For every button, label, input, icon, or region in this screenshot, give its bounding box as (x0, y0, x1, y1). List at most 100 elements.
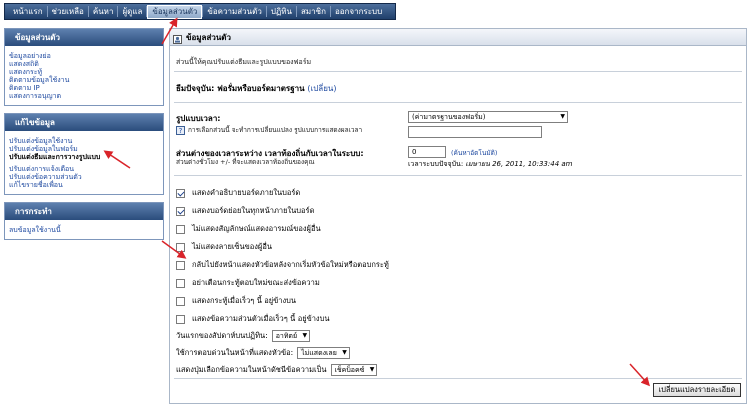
quick-mod-row: แสดงปุ่มเลือกข้อความในหน้าดัชนีข้อความเป… (176, 364, 378, 376)
sidebar-link-list: ข้อมูลอย่างย่อ แสดงสถิติ แสดงกระทู้ ติดต… (5, 46, 163, 105)
checkbox[interactable] (176, 260, 185, 270)
sidebar-link-forum-profile[interactable]: ปรับแต่งข้อมูลในฟอร์ม (9, 145, 159, 153)
nav-home[interactable]: หน้าแรก (9, 4, 47, 19)
sidebar-box-title: การกระทำ (5, 203, 163, 220)
time-format-note-row: ? การเลือกส่วนนี้ จะทำการเปลี่ยนแปลง รูป… (176, 125, 362, 135)
sidebar-link-theme[interactable]: ปรับแต่งธีมและการวางรูปแบบ (9, 153, 159, 161)
panel-title: ข้อมูลส่วนตัว (186, 32, 231, 42)
option-label: แสดงบอร์ดย่อยในทุกหน้าภายในบอร์ด (192, 206, 315, 215)
server-time-value: เมษายน 26, 2011, 10:33:44 am (465, 160, 573, 168)
checkbox[interactable] (176, 278, 185, 288)
sidebar-link-stats[interactable]: แสดงสถิติ (9, 60, 159, 68)
checkbox[interactable] (176, 188, 185, 198)
nav-logout[interactable]: ออกจากระบบ (331, 4, 386, 19)
nav-members[interactable]: สมาชิก (297, 4, 330, 19)
sidebar-box-actions: การกระทำ ลบข้อมูลใช้งานนี้ (4, 202, 164, 240)
time-format-input[interactable] (408, 126, 542, 138)
time-offset-input[interactable]: 0 (408, 146, 446, 158)
divider (174, 71, 742, 72)
help-icon[interactable]: ? (176, 125, 185, 135)
quick-reply-row: ใช้การตอบด่วนในหน้าที่แสดงหัวข้อ: ไม่แสด… (176, 347, 350, 359)
first-day-row: วันแรกของสัปดาห์บนปฏิทิน: อาทิตย์ ▼ (176, 330, 311, 342)
sidebar-link-track-ip[interactable]: ติดตาม IP (9, 84, 159, 92)
nav-messages[interactable]: ข้อความส่วนตัว (203, 4, 265, 19)
time-offset-note: ส่วนต่างชั่วโมง +/- ที่จะแสดงเวลาท้องถิ่… (176, 158, 315, 166)
divider (174, 175, 742, 176)
time-format-select[interactable]: (ค่ามาตรฐานของฟอรั่ม) ▼ (408, 111, 568, 123)
sidebar-link-permissions[interactable]: แสดงการอนุญาต (9, 92, 159, 100)
sidebar-link-track-user[interactable]: ติดตามข้อมูลใช้งาน (9, 76, 159, 84)
sidebar-link-posts[interactable]: แสดงกระทู้ (9, 68, 159, 76)
option-label: ไม่แสดงลายเซ็นของผู้อื่น (192, 242, 272, 251)
first-day-value: อาทิตย์ (275, 332, 298, 340)
autodetect-link[interactable]: (ค้นหาอัตโนมัติ) (451, 148, 497, 158)
first-day-select[interactable]: อาทิตย์ ▼ (271, 330, 311, 342)
server-time-label: เวลาระบบปัจจุบัน: (408, 160, 464, 168)
sidebar-link-delete-account[interactable]: ลบข้อมูลใช้งานนี้ (9, 226, 159, 234)
nav-search[interactable]: ค้นหา (89, 4, 118, 19)
save-changes-button[interactable]: เปลี่ยนแปลงรายละเอียด (653, 383, 741, 397)
profile-main-panel: ข้อมูลส่วนตัว ส่วนนี้ให้คุณปรับแต่งธีมแล… (169, 28, 747, 404)
time-format-note: การเลือกส่วนนี้ จะทำการเปลี่ยนแปลง รูปแบ… (188, 126, 363, 134)
divider (174, 102, 742, 103)
quick-reply-label: ใช้การตอบด่วนในหน้าที่แสดงหัวข้อ: (176, 348, 294, 357)
checkbox[interactable] (176, 206, 185, 216)
nav-calendar[interactable]: ปฏิทิน (267, 4, 296, 19)
time-format-title: รูปแบบเวลา: (176, 114, 221, 123)
sidebar-link-list: ปรับแต่งข้อมูลใช้งาน ปรับแต่งข้อมูลในฟอร… (5, 131, 163, 194)
change-theme-link[interactable]: (เปลี่ยน) (307, 84, 336, 93)
option-label: กลับไปยังหน้าแสดงหัวข้อหลังจากเริ่มหัวข้… (192, 260, 389, 269)
sidebar-box-modify-profile: แก้ไขข้อมูล ปรับแต่งข้อมูลใช้งาน ปรับแต่… (4, 113, 164, 195)
checkbox[interactable] (176, 296, 185, 306)
main-menu-bar: หน้าแรก ช่วยเหลือ ค้นหา ผู้ดูแล ข้อมูลส่… (4, 3, 396, 20)
option-row: แสดงบอร์ดย่อยในทุกหน้าภายในบอร์ด (176, 205, 314, 217)
profile-sidebar: ข้อมูลส่วนตัว ข้อมูลอย่างย่อ แสดงสถิติ แ… (4, 28, 164, 247)
option-label: แสดงข้อความส่วนตัวเมื่อเร็วๆ นี้ อยู่ข้า… (192, 314, 330, 323)
option-row: อย่าเตือนกระทู้ตอบใหม่ขณะส่งข้อความ (176, 277, 320, 289)
quick-reply-select[interactable]: ไม่แสดงเลย ▼ (297, 347, 350, 359)
sidebar-link-pm-settings[interactable]: ปรับแต่งข้อความส่วนตัว (9, 173, 159, 181)
option-row: แสดงข้อความส่วนตัวเมื่อเร็วๆ นี้ อยู่ข้า… (176, 313, 329, 325)
quick-mod-label: แสดงปุ่มเลือกข้อความในหน้าดัชนีข้อความเป… (176, 365, 327, 374)
time-format-select-value: (ค่ามาตรฐานของฟอรั่ม) (412, 113, 486, 121)
panel-header: ข้อมูลส่วนตัว (170, 29, 746, 46)
option-label: แสดงคำอธิบายบอร์ดภายในบอร์ด (192, 188, 301, 197)
chevron-down-icon: ▼ (369, 366, 375, 373)
option-row: ไม่แสดงสัญลักษณ์แสดงอารมณ์ของผู้อื่น (176, 223, 321, 235)
sidebar-box-title: แก้ไขข้อมูล (5, 114, 163, 131)
current-theme-row: ธีมปัจจุบัน: ฟอรั่มหรือบอร์ดมาตรฐาน (เปล… (176, 82, 336, 95)
sidebar-box-title: ข้อมูลส่วนตัว (5, 29, 163, 46)
nav-admin[interactable]: ผู้ดูแล (118, 4, 146, 19)
checkbox[interactable] (176, 314, 185, 324)
first-day-label: วันแรกของสัปดาห์บนปฏิทิน: (176, 331, 268, 340)
sidebar-link-buddies[interactable]: แก้ไขรายชื่อเพื่อน (9, 181, 159, 189)
option-row: แสดงกระทู้เมื่อเร็วๆ นี้ อยู่ข้างบน (176, 295, 296, 307)
option-label: ไม่แสดงสัญลักษณ์แสดงอารมณ์ของผู้อื่น (192, 224, 321, 233)
nav-help[interactable]: ช่วยเหลือ (48, 4, 88, 19)
option-row: แสดงคำอธิบายบอร์ดภายในบอร์ด (176, 187, 300, 199)
panel-description: ส่วนนี้ให้คุณปรับแต่งธีมและรูปแบบของฟอร์… (176, 58, 312, 66)
server-time-row: เวลาระบบปัจจุบัน: เมษายน 26, 2011, 10:33… (408, 159, 572, 170)
checkbox[interactable] (176, 242, 185, 252)
chevron-down-icon: ▼ (560, 113, 565, 120)
sidebar-box-profile-info: ข้อมูลส่วนตัว ข้อมูลอย่างย่อ แสดงสถิติ แ… (4, 28, 164, 106)
option-row: ไม่แสดงลายเซ็นของผู้อื่น (176, 241, 272, 253)
checkbox[interactable] (176, 224, 185, 234)
quick-mod-select[interactable]: เช็คบ็อคซ์ ▼ (330, 364, 378, 376)
profile-icon (173, 33, 182, 44)
chevron-down-icon: ▼ (302, 332, 308, 339)
nav-profile[interactable]: ข้อมูลส่วนตัว (147, 4, 203, 19)
option-label: แสดงกระทู้เมื่อเร็วๆ นี้ อยู่ข้างบน (192, 296, 297, 305)
sidebar-link-notifications[interactable]: ปรับแต่งการแจ้งเตือน (9, 165, 159, 173)
sidebar-link-list: ลบข้อมูลใช้งานนี้ (5, 220, 163, 239)
svg-text:?: ? (179, 127, 183, 135)
option-row: กลับไปยังหน้าแสดงหัวข้อหลังจากเริ่มหัวข้… (176, 259, 389, 271)
sidebar-link-account[interactable]: ปรับแต่งข้อมูลใช้งาน (9, 137, 159, 145)
option-label: อย่าเตือนกระทู้ตอบใหม่ขณะส่งข้อความ (192, 278, 320, 287)
quick-reply-value: ไม่แสดงเลย (301, 349, 337, 357)
divider (174, 378, 742, 379)
current-theme-label: ธีมปัจจุบัน: ฟอรั่มหรือบอร์ดมาตรฐาน (176, 84, 305, 93)
quick-mod-value: เช็คบ็อคซ์ (334, 366, 365, 374)
sidebar-link-summary[interactable]: ข้อมูลอย่างย่อ (9, 52, 159, 60)
chevron-down-icon: ▼ (342, 349, 347, 356)
